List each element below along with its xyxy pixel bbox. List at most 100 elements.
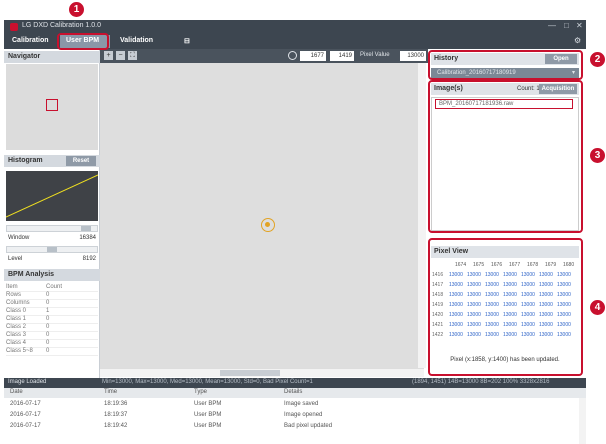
navigator-preview[interactable] [6,64,98,150]
log-time: 18:19:36 [104,401,128,407]
status-left: Image Loaded [8,379,47,385]
maximize-button[interactable]: □ [564,21,569,30]
window-value: 16384 [79,235,96,241]
zoom-out-button[interactable]: − [116,51,125,60]
window-slider[interactable] [6,225,98,232]
bpm-analysis-table: Item Count Rows 0 Columns 0 Class 0 1 Class… [6,284,98,356]
table-row: Class 3 0 [6,332,98,340]
window-label: Window [8,235,30,241]
bpm-count: 0 [46,316,50,322]
histogram-chart [6,171,98,221]
log-type: User BPM [194,412,222,418]
callout-badge-2: 2 [590,52,605,67]
canvas-horizontal-thumb[interactable] [220,370,280,376]
table-row: Class 0 1 [6,308,98,316]
bpm-table-header: Item Count [6,284,98,292]
minimize-button[interactable]: — [548,21,556,30]
table-row: Class 2 0 [6,324,98,332]
log-type: User BPM [194,423,222,429]
log-details: Image opened [284,412,323,418]
log-col-time: Time [104,389,118,395]
level-slider[interactable] [6,246,98,253]
status-bar: Image Loaded Min=13000, Max=13000, Med=1… [4,378,586,388]
log-type: User BPM [194,401,222,407]
bpm-col-item: Item [6,284,18,290]
callout-box-3 [428,80,583,233]
fit-view-button[interactable]: ⛶ [128,51,137,60]
title-bar: LG DXD Calibration 1.0.0 — □ ✕ [4,20,586,34]
table-row: Rows 0 [6,292,98,300]
bpm-item: Class 5~8 [6,348,33,354]
window-title: LG DXD Calibration 1.0.0 [22,22,101,29]
bpm-item: Class 2 [6,324,27,330]
bpm-item: Class 4 [6,340,27,346]
zoom-in-button[interactable]: + [104,51,113,60]
bpm-count: 0 [46,300,50,306]
level-value: 8192 [82,256,96,262]
log-date: 2016-07-17 [10,401,41,407]
table-row: Class 1 0 [6,316,98,324]
bpm-count: 1 [46,308,50,314]
log-date: 2016-07-17 [10,423,41,429]
x-coordinate-input[interactable]: 1677 [300,51,326,61]
left-panel: Navigator Histogram Reset Window 16384 L… [4,49,100,378]
table-row[interactable]: 2016-07-17 18:19:36 User BPM Image saved [4,399,579,410]
bpm-col-count: Count [46,284,63,290]
canvas-vertical-scrollbar[interactable] [418,63,426,368]
navigator-header: Navigator [4,51,100,63]
bpm-analysis-header: BPM Analysis [4,269,100,281]
app-window: LG DXD Calibration 1.0.0 — □ ✕ Calibrati… [0,0,606,444]
window-row: Window 16384 [8,235,98,245]
log-details: Image saved [284,401,319,407]
bpm-count: 0 [46,340,50,346]
crosshair-icon[interactable] [288,51,297,60]
bpm-item: Class 1 [6,316,27,322]
bpm-count: 0 [46,332,50,338]
table-row: Class 4 0 [6,340,98,348]
bpm-item: Class 3 [6,332,27,338]
log-details: Bad pixel updated [284,423,333,429]
bpm-item: Rows [6,292,22,298]
log-time: 18:19:37 [104,412,128,418]
callout-box-2 [428,50,583,80]
log-panel: Date Time Type Details 2016-07-17 18:19:… [4,388,586,444]
canvas-horizontal-scrollbar[interactable] [100,368,424,377]
histogram-header: Histogram Reset [4,155,100,167]
log-time: 18:19:42 [104,423,128,429]
level-row: Level 8192 [8,256,98,266]
window-slider-thumb[interactable] [81,226,91,231]
table-row: Class 5~8 0 [6,348,98,356]
callout-badge-1: 1 [69,2,84,17]
image-toolbar: + − ⛶ 1677 1419 Pixel Value 13000 [100,49,428,63]
menu-calibration[interactable]: Calibration [12,37,49,44]
callout-badge-3: 3 [590,148,605,163]
navigator-viewport-rect[interactable] [46,99,58,111]
image-canvas[interactable] [100,63,424,368]
app-logo-icon [10,23,18,31]
level-slider-thumb[interactable] [47,247,57,252]
table-row[interactable]: 2016-07-17 18:19:37 User BPM Image opene… [4,410,579,421]
menu-validation[interactable]: Validation [120,37,153,44]
log-col-type: Type [194,389,208,395]
callout-box-1 [57,33,109,50]
menu-extra-icon[interactable]: ⊟ [184,37,190,45]
level-label: Level [8,256,23,262]
status-stats: Min=13000, Max=13000, Med=13000, Mean=13… [102,379,313,385]
log-col-date: Date [10,389,23,395]
bpm-item: Class 0 [6,308,27,314]
gear-icon[interactable]: ⚙ [574,36,581,45]
log-scrollbar[interactable] [579,398,586,444]
log-date: 2016-07-17 [10,412,41,418]
callout-box-4 [428,238,583,376]
pixel-target-marker[interactable] [261,218,275,232]
histogram-reset-button[interactable]: Reset [66,156,96,166]
bpm-count: 0 [46,348,50,354]
pixel-value-label: Pixel Value [360,52,390,58]
status-right: (1894, 1451) 14B=13000 8B=202 100% 3328x… [412,379,550,385]
y-coordinate-input[interactable]: 1419 [330,51,354,61]
histogram-title: Histogram [8,157,43,164]
table-row[interactable]: 2016-07-17 18:19:42 User BPM Bad pixel u… [4,421,579,432]
pixel-value-input[interactable]: 13000 [400,51,426,61]
close-button[interactable]: ✕ [576,21,583,30]
bpm-count: 0 [46,292,50,298]
